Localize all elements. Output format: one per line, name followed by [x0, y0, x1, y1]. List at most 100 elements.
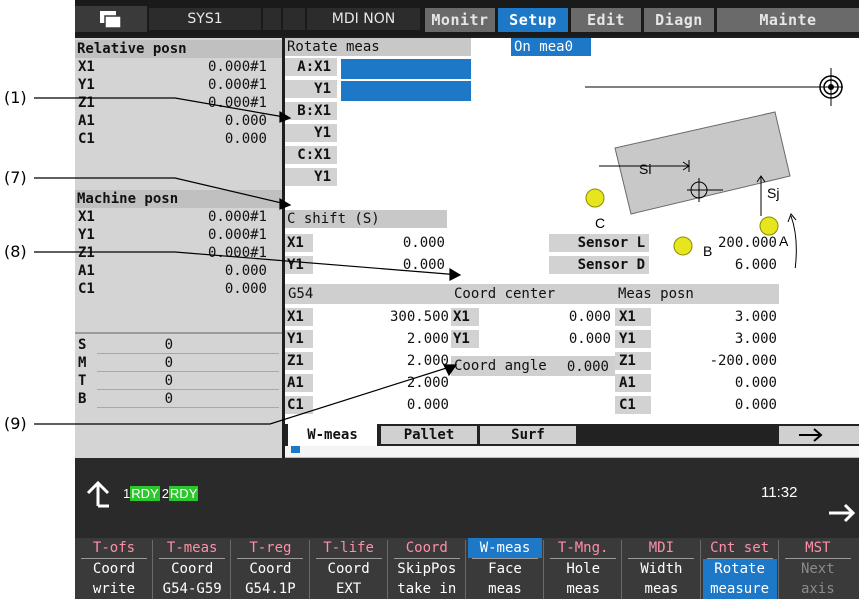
machine-posn-title: Machine posn — [75, 190, 282, 208]
meas-posn-value[interactable]: 0.000 — [653, 396, 777, 414]
meas-posn-value[interactable]: 3.000 — [653, 330, 777, 348]
blank-slot-2 — [283, 8, 305, 30]
arrow-right-icon[interactable] — [827, 498, 857, 528]
softkey-top[interactable]: T-meas — [155, 538, 229, 558]
tab-pallet[interactable]: Pallet — [381, 426, 477, 444]
g54-value[interactable]: 300.500 — [315, 308, 449, 326]
coord-angle-value[interactable]: 0.000 — [451, 358, 609, 376]
smtb-value: 0 — [164, 337, 173, 353]
meas-posn-value[interactable]: 3.000 — [653, 308, 777, 326]
menu-edit[interactable]: Edit — [571, 8, 641, 32]
smtb-label: S — [78, 337, 87, 353]
softkey-line1[interactable]: Hole — [546, 559, 620, 579]
machine-axis-label: X1 — [78, 209, 95, 225]
coord-center-value[interactable]: 0.000 — [481, 308, 611, 326]
smtb-divider — [97, 371, 279, 372]
softkey-line1[interactable]: Face — [468, 559, 542, 579]
g54-value[interactable]: 0.000 — [315, 396, 449, 414]
softkey-line2[interactable]: G54-G59 — [155, 579, 229, 599]
machine-axis-value: 0.000 — [224, 281, 267, 297]
rotate-measure-panel: Rotate meas On mea0 A:X1 Y1 B:X1 Y1 C:X1 Y1 — [285, 38, 859, 458]
window-icon-box[interactable] — [75, 6, 147, 32]
softkey-line2[interactable]: axis — [781, 579, 855, 599]
softkey-separator — [386, 540, 388, 599]
softkey-separator — [777, 540, 779, 599]
g54-value[interactable]: 2.000 — [315, 330, 449, 348]
softkey-line2[interactable]: G54.1P — [233, 579, 307, 599]
g54-value[interactable]: 2.000 — [315, 352, 449, 370]
softkey-separator — [152, 540, 154, 599]
point-value-field[interactable] — [341, 81, 471, 101]
softkey-line1[interactable]: Rotate — [702, 559, 777, 579]
machine-axis-label: Y1 — [78, 227, 95, 243]
callout-7: (7) — [4, 168, 27, 187]
menu-monitor[interactable]: Monitr — [425, 8, 495, 32]
callout-9: (9) — [4, 414, 27, 433]
softkey-line1[interactable]: SkipPos — [390, 559, 464, 579]
sensor-value[interactable]: 6.000 — [665, 256, 777, 274]
arrow-right-icon — [799, 428, 823, 442]
softkey-line2[interactable]: take in — [390, 579, 464, 599]
g54-title: G54 — [285, 284, 451, 304]
softkey-line1[interactable]: Width — [624, 559, 698, 579]
softkey-line2[interactable]: meas — [624, 579, 698, 599]
meas-posn-axis: A1 — [615, 374, 651, 392]
tab-next-button[interactable] — [779, 426, 859, 444]
softkey-top[interactable]: T-Mng. — [546, 538, 620, 558]
softkey-line2[interactable]: write — [77, 579, 151, 599]
machine-axis-label: A1 — [78, 263, 95, 279]
tab-surf[interactable]: Surf — [480, 426, 576, 444]
rotate-meas-title: Rotate meas — [285, 38, 471, 56]
softkey-line2[interactable]: meas — [546, 579, 620, 599]
coord-center-axis: X1 — [451, 308, 479, 326]
smtb-label: B — [78, 391, 87, 407]
si-label: Si — [639, 161, 651, 177]
coord-center-value[interactable]: 0.000 — [481, 330, 611, 348]
callout-8: (8) — [4, 242, 27, 261]
softkey-top[interactable]: MST — [781, 538, 855, 558]
point-value-field[interactable] — [341, 59, 471, 79]
softkey-line2[interactable]: meas — [468, 579, 542, 599]
softkey-line1[interactable]: Coord — [77, 559, 151, 579]
softkey-separator — [699, 540, 701, 599]
relative-axis-label: A1 — [78, 113, 95, 129]
softkey-top[interactable]: Cnt set — [703, 538, 777, 558]
meas-posn-value[interactable]: -200.000 — [653, 352, 777, 370]
machine-axis-value: 0.000#1 — [207, 227, 267, 243]
softkey-line1[interactable]: Coord — [155, 559, 229, 579]
softkey-top[interactable]: T-life — [312, 538, 386, 558]
softkey-line2[interactable]: measure — [702, 579, 777, 599]
g54-value[interactable]: 2.000 — [315, 374, 449, 392]
up-arrow-icon[interactable] — [83, 478, 113, 508]
cshift-value[interactable]: 0.000 — [315, 234, 445, 252]
sensor-value[interactable]: 200.000 — [665, 234, 777, 252]
meas-posn-value[interactable]: 0.000 — [653, 374, 777, 392]
cshift-axis: X1 — [285, 234, 313, 252]
menu-mainte[interactable]: Mainte — [717, 8, 859, 32]
g54-axis: X1 — [285, 308, 313, 326]
relative-posn-title: Relative posn — [75, 40, 282, 58]
point-label: Y1 — [285, 80, 337, 98]
menu-diagn[interactable]: Diagn — [644, 8, 714, 32]
softkey-line2[interactable]: EXT — [312, 579, 386, 599]
softkey-line1[interactable]: Next — [781, 559, 855, 579]
softkey-line1[interactable]: Coord — [233, 559, 307, 579]
cshift-axis: Y1 — [285, 256, 313, 274]
softkey-top[interactable]: T-reg — [233, 538, 307, 558]
softkey-top[interactable]: T-ofs — [77, 538, 151, 558]
point-label: A:X1 — [285, 58, 337, 76]
smtb-divider — [97, 353, 279, 354]
relative-axis-label: X1 — [78, 59, 95, 75]
softkey-line1[interactable]: Coord — [312, 559, 386, 579]
tab-w-meas[interactable]: W-meas — [288, 424, 377, 446]
machine-axis-value: 0.000#1 — [207, 209, 267, 225]
cnc-screen: SYS1 MDI NON Monitr Setup Edit Diagn Mai… — [75, 0, 859, 599]
window-icon — [100, 11, 122, 29]
measure-status: On mea0 — [511, 38, 591, 56]
softkey-top[interactable]: Coord — [390, 538, 464, 558]
cshift-value[interactable]: 0.000 — [315, 256, 445, 274]
menu-setup[interactable]: Setup — [498, 8, 568, 32]
rdy2-number: 2 — [161, 486, 169, 501]
softkey-top[interactable]: MDI — [624, 538, 698, 558]
softkey-top[interactable]: W-meas — [468, 538, 542, 558]
